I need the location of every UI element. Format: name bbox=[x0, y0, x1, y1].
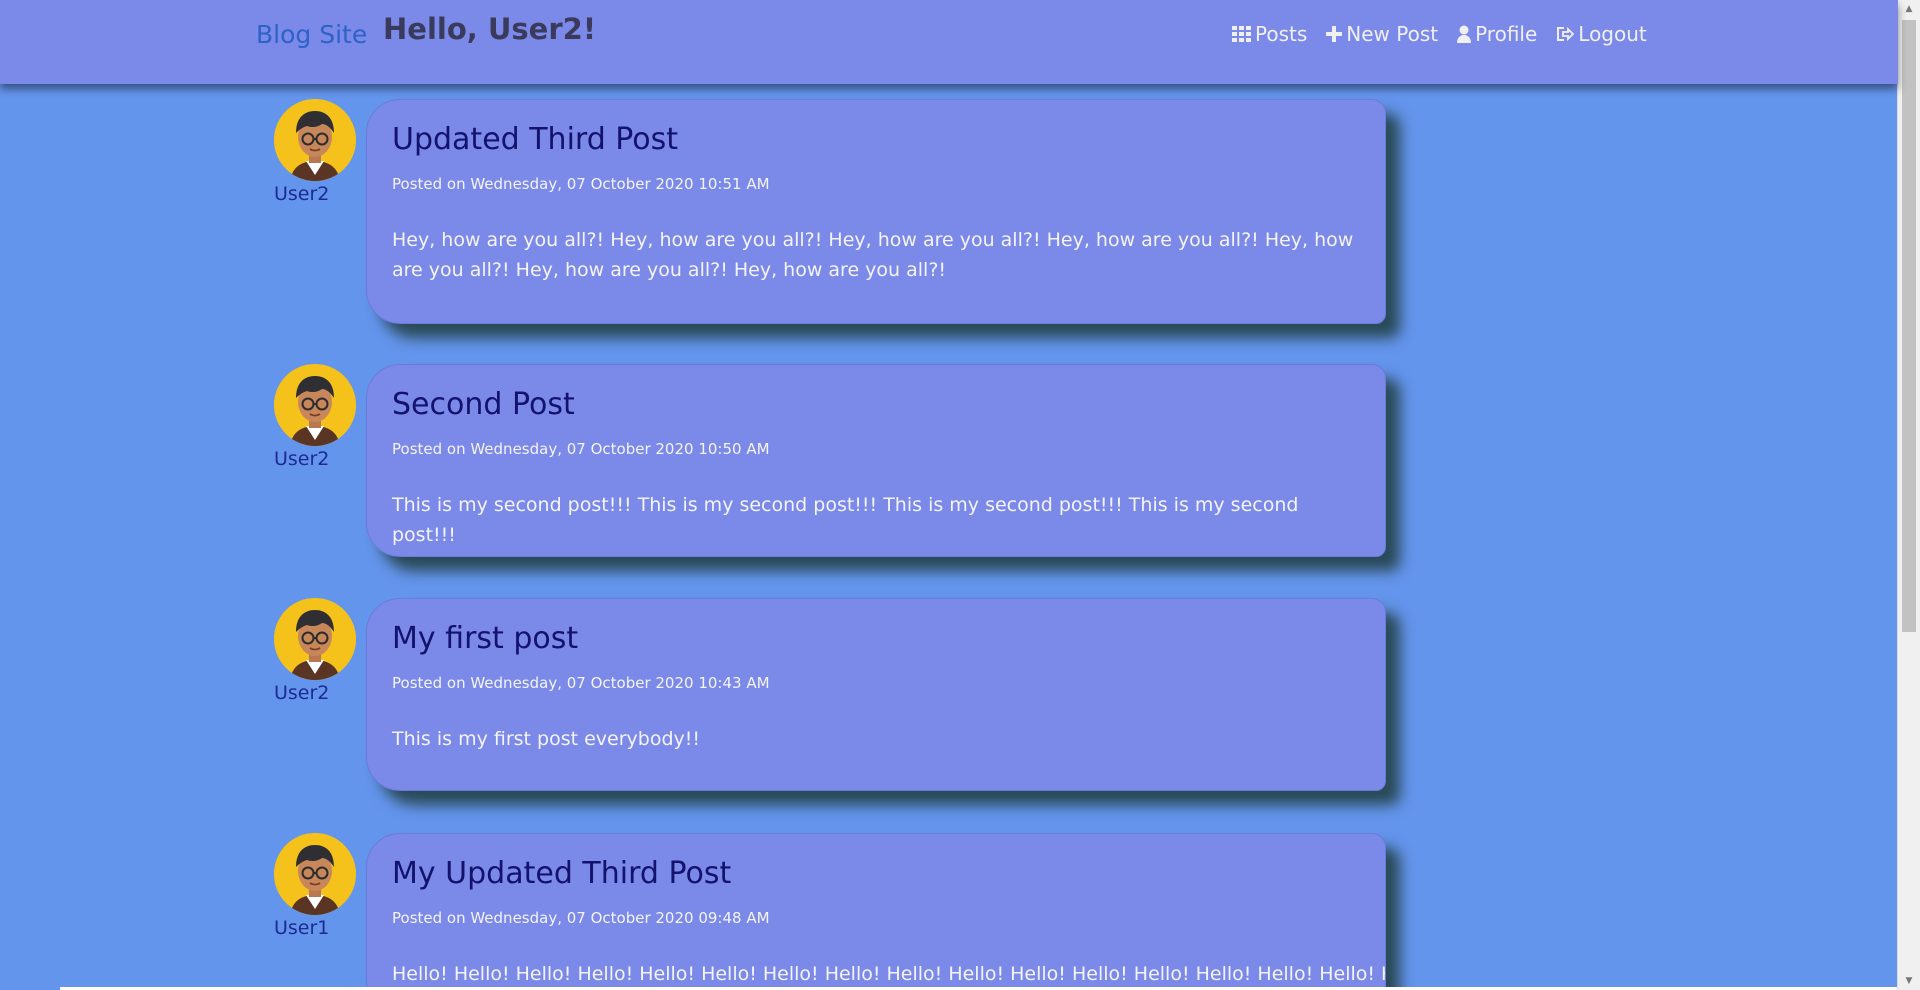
page: Blog Site Hello, User2! Posts New Post P… bbox=[0, 0, 1920, 990]
post-author: User2 bbox=[274, 99, 364, 205]
post-date: Posted on Wednesday, 07 October 2020 10:… bbox=[392, 175, 770, 193]
nav-new-post-label: New Post bbox=[1346, 22, 1439, 46]
greeting-heading: Hello, User2! bbox=[383, 12, 597, 46]
post-title[interactable]: Second Post bbox=[392, 387, 1359, 422]
author-name[interactable]: User1 bbox=[274, 917, 364, 939]
user-icon bbox=[1457, 25, 1472, 43]
brand-link[interactable]: Blog Site bbox=[256, 20, 367, 49]
post-date: Posted on Wednesday, 07 October 2020 09:… bbox=[392, 909, 770, 927]
navbar: Blog Site Hello, User2! Posts New Post P… bbox=[0, 0, 1898, 84]
post-body: Hello! Hello! Hello! Hello! Hello! Hello… bbox=[392, 963, 1385, 985]
nav-posts-link[interactable]: Posts bbox=[1232, 22, 1307, 46]
post-author: User2 bbox=[274, 598, 364, 704]
post-body: This is my second post!!! This is my sec… bbox=[392, 494, 1299, 546]
post-date: Posted on Wednesday, 07 October 2020 10:… bbox=[392, 440, 770, 458]
nav-logout-label: Logout bbox=[1578, 22, 1647, 46]
post-author: User1 bbox=[274, 833, 364, 939]
post-body: Hey, how are you all?! Hey, how are you … bbox=[392, 229, 1354, 281]
nav-logout-link[interactable]: Logout bbox=[1556, 22, 1647, 46]
post-title[interactable]: My first post bbox=[392, 621, 1359, 656]
post-card: Second Post Posted on Wednesday, 07 Octo… bbox=[366, 364, 1386, 557]
plus-icon bbox=[1326, 26, 1343, 42]
post-card: My Updated Third Post Posted on Wednesda… bbox=[366, 833, 1386, 990]
post-title[interactable]: Updated Third Post bbox=[392, 122, 1359, 157]
grid-icon bbox=[1232, 26, 1251, 42]
nav-links: Posts New Post Profile Logout bbox=[1232, 22, 1666, 46]
author-name[interactable]: User2 bbox=[274, 183, 364, 205]
nav-profile-link[interactable]: Profile bbox=[1457, 22, 1537, 46]
scroll-up-arrow-icon[interactable]: ▲ bbox=[1898, 0, 1920, 18]
post-title[interactable]: My Updated Third Post bbox=[392, 856, 1359, 891]
post-body: This is my first post everybody!! bbox=[392, 728, 701, 750]
avatar-icon bbox=[274, 364, 356, 446]
sign-out-icon bbox=[1556, 26, 1575, 42]
post-author: User2 bbox=[274, 364, 364, 470]
post-date: Posted on Wednesday, 07 October 2020 10:… bbox=[392, 674, 770, 692]
author-name[interactable]: User2 bbox=[274, 682, 364, 704]
avatar-icon bbox=[274, 598, 356, 680]
author-name[interactable]: User2 bbox=[274, 448, 364, 470]
nav-new-post-link[interactable]: New Post bbox=[1326, 22, 1438, 46]
nav-posts-label: Posts bbox=[1255, 22, 1308, 46]
nav-profile-label: Profile bbox=[1475, 22, 1538, 46]
post-card: My first post Posted on Wednesday, 07 Oc… bbox=[366, 598, 1386, 791]
scroll-down-arrow-icon[interactable]: ▼ bbox=[1898, 972, 1920, 990]
avatar-icon bbox=[274, 99, 356, 181]
scrollbar-thumb[interactable] bbox=[1902, 20, 1916, 632]
vertical-scrollbar[interactable]: ▲ ▼ bbox=[1897, 0, 1920, 990]
post-card: Updated Third Post Posted on Wednesday, … bbox=[366, 99, 1386, 324]
avatar-icon bbox=[274, 833, 356, 915]
